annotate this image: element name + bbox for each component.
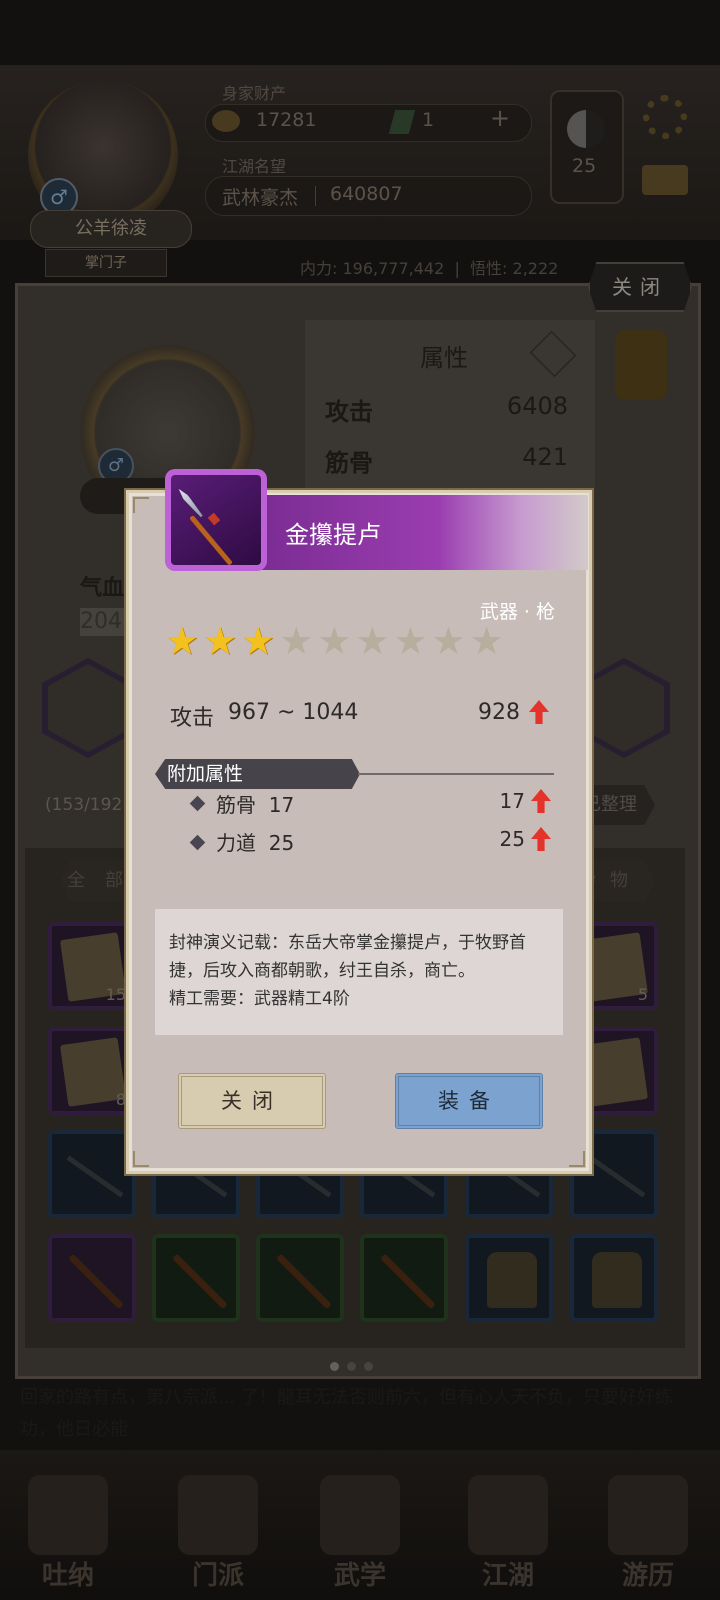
bonus-row: 力道 25 [216,827,294,856]
star-filled-icon: ★ [165,619,200,663]
close-button[interactable]: 关闭 [178,1073,326,1129]
corner-ornament [133,1151,149,1167]
star-empty-icon: ★ [469,619,504,663]
star-empty-icon: ★ [317,619,352,663]
bonus-name: 筋骨 [216,793,256,817]
star-empty-icon: ★ [355,619,390,663]
attack-label: 攻击 [170,706,215,731]
attack-value: 928 [478,700,520,725]
attack-range: 967 ~ 1044 [228,700,359,725]
item-icon-frame [165,469,267,571]
star-empty-icon: ★ [431,619,466,663]
bonus-attributes-header: 附加属性 [155,759,360,789]
bonus-value: 25 [499,827,525,851]
corner-ornament [133,497,149,513]
star-filled-icon: ★ [241,619,276,663]
item-name: 金攥提卢 [285,521,381,549]
star-filled-icon: ★ [203,619,238,663]
spear-icon [171,475,261,566]
item-requirement: 精工需要：武器精工4阶 [169,989,350,1009]
bonus-value: 17 [499,789,525,813]
star-empty-icon: ★ [279,619,314,663]
bonus-base: 17 [268,793,295,817]
item-description: 封神演义记载：东岳大帝掌金攥提卢，于牧野首捷，后攻入商都朝歌，纣王自杀，商亡。 [169,933,526,981]
bonus-name: 力道 [216,831,256,855]
corner-ornament [569,1151,585,1167]
star-rating: ★ ★ ★ ★ ★ ★ ★ ★ ★ [165,621,508,661]
star-empty-icon: ★ [393,619,428,663]
equip-button[interactable]: 装备 [395,1073,543,1129]
bonus-divider [358,773,554,775]
bonus-base: 25 [268,831,295,855]
bonus-row: 筋骨 17 [216,789,294,818]
item-description-box: 封神演义记载：东岳大帝掌金攥提卢，于牧野首捷，后攻入商都朝歌，纣王自杀，商亡。 … [155,909,563,1035]
